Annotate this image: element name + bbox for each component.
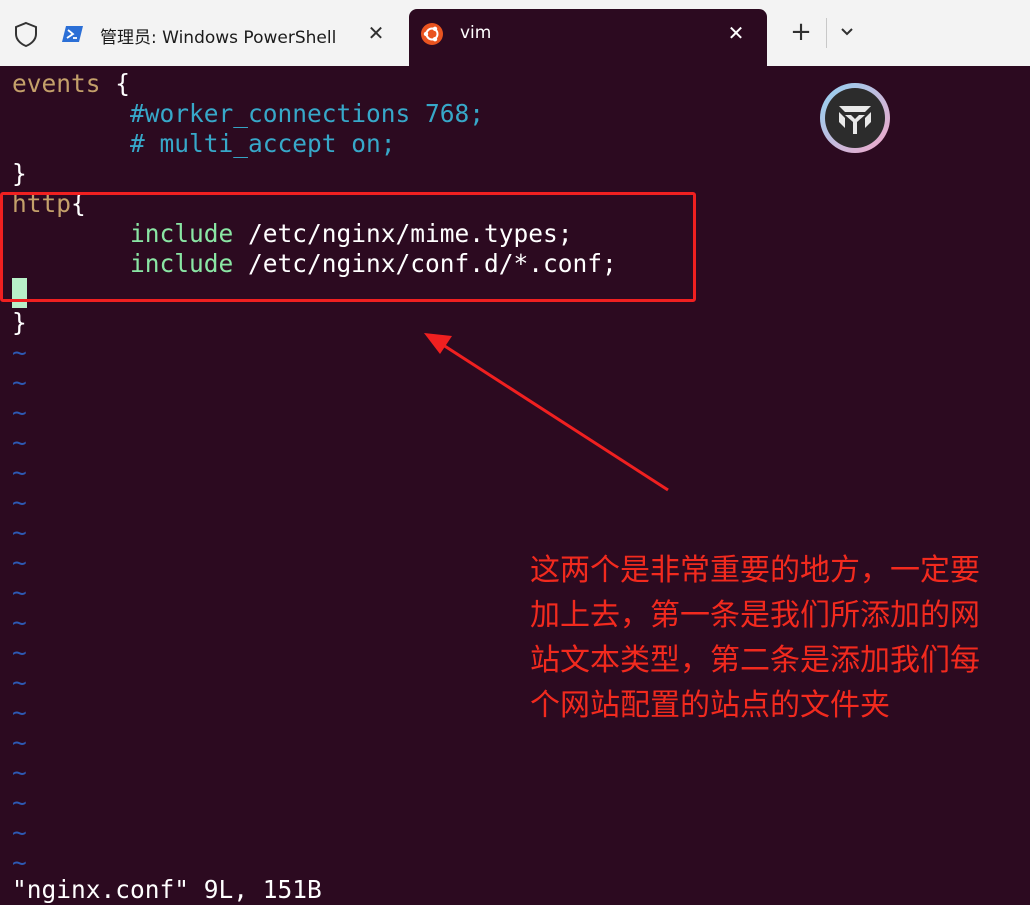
ubuntu-icon bbox=[421, 23, 443, 45]
empty-line-marker: ~ bbox=[12, 428, 27, 457]
empty-line-marker: ~ bbox=[12, 488, 27, 517]
empty-line-marker: ~ bbox=[12, 728, 27, 757]
empty-line-marker: ~ bbox=[12, 818, 27, 847]
tab-vim[interactable]: vim ✕ bbox=[409, 9, 767, 66]
empty-line-marker: ~ bbox=[12, 788, 27, 817]
empty-line-marker: ~ bbox=[12, 668, 27, 697]
empty-line-marker: ~ bbox=[12, 608, 27, 637]
empty-line-marker: ~ bbox=[12, 698, 27, 727]
chevron-down-icon[interactable] bbox=[834, 19, 860, 45]
empty-line-marker: ~ bbox=[12, 548, 27, 577]
code-line: #worker_connections 768; bbox=[130, 99, 485, 128]
empty-line-marker: ~ bbox=[12, 578, 27, 607]
tab-label: 管理员: Windows PowerShell bbox=[100, 28, 337, 48]
new-tab-button[interactable]: + bbox=[788, 19, 814, 45]
empty-line-marker: ~ bbox=[12, 458, 27, 487]
code-line: } bbox=[12, 159, 27, 188]
shield-icon[interactable] bbox=[12, 20, 40, 48]
annotation-line: 这两个是非常重要的地方，一定要 bbox=[530, 553, 980, 588]
annotation-text: 这两个是非常重要的地方，一定要 加上去，第一条是我们所添加的网 站文本类型，第二… bbox=[530, 548, 1030, 728]
tab-powershell[interactable]: 管理员: Windows PowerShell ✕ bbox=[50, 9, 400, 66]
annotation-line: 个网站配置的站点的文件夹 bbox=[530, 688, 890, 723]
empty-line-marker: ~ bbox=[12, 848, 27, 877]
code-line: # multi_accept on; bbox=[130, 129, 396, 158]
empty-line-marker: ~ bbox=[12, 758, 27, 787]
empty-line-marker: ~ bbox=[12, 368, 27, 397]
code-line: events { bbox=[12, 69, 131, 98]
divider bbox=[826, 18, 827, 48]
powershell-icon bbox=[62, 26, 83, 42]
tab-bar: 管理员: Windows PowerShell ✕ vim ✕ + bbox=[0, 0, 1030, 66]
empty-line-marker: ~ bbox=[12, 398, 27, 427]
code-line: } bbox=[12, 308, 27, 337]
tab-label: vim bbox=[460, 23, 492, 43]
empty-line-marker: ~ bbox=[12, 638, 27, 667]
close-icon[interactable]: ✕ bbox=[723, 20, 749, 46]
close-icon[interactable]: ✕ bbox=[363, 20, 389, 46]
highlight-box bbox=[0, 192, 696, 302]
avatar[interactable] bbox=[819, 82, 891, 154]
empty-line-marker: ~ bbox=[12, 338, 27, 367]
vim-status-line: "nginx.conf" 9L, 151B bbox=[12, 875, 322, 904]
annotation-line: 站文本类型，第二条是添加我们每 bbox=[530, 643, 980, 678]
empty-line-marker: ~ bbox=[12, 518, 27, 547]
annotation-line: 加上去，第一条是我们所添加的网 bbox=[530, 598, 980, 633]
